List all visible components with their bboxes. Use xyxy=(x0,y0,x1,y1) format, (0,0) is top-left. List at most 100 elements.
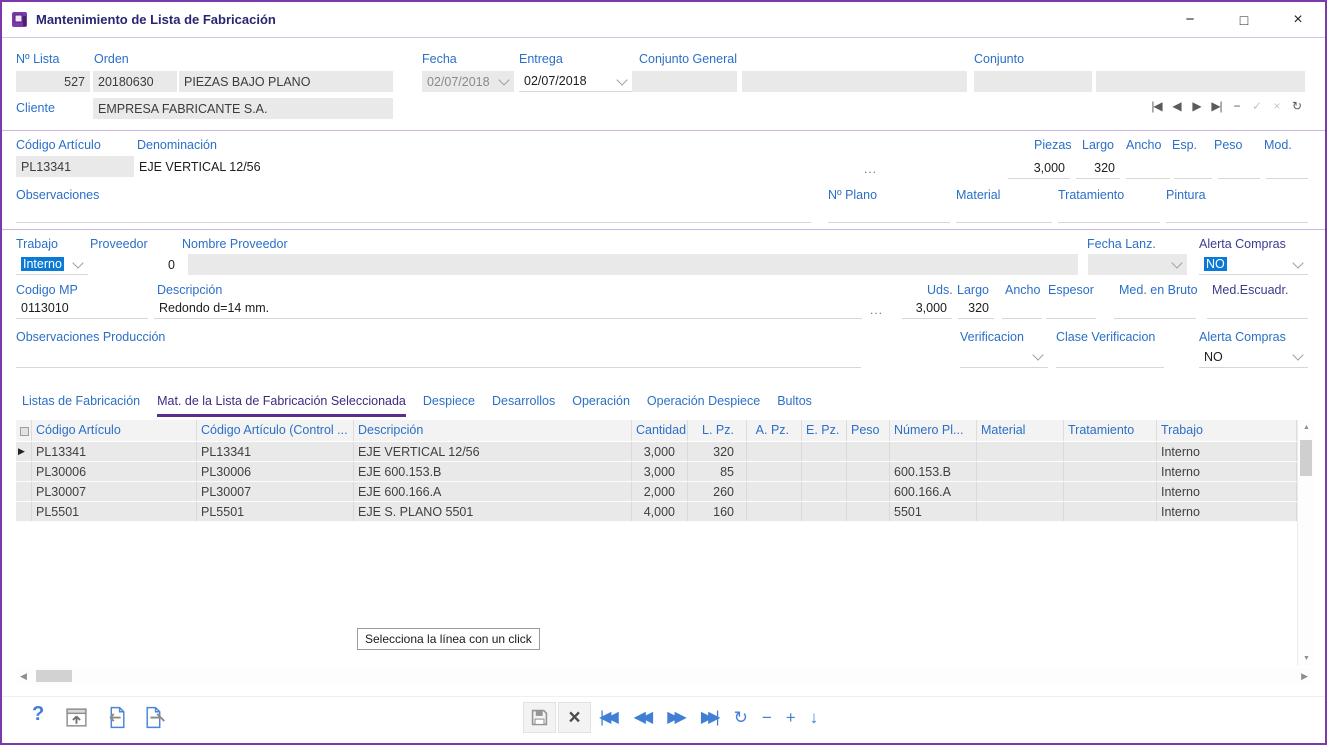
med-escuadr-field[interactable] xyxy=(1207,298,1308,319)
post-edit-button[interactable]: ✓ xyxy=(1248,99,1265,113)
verificacion-combobox[interactable] xyxy=(960,346,1048,368)
ancho-mp-field[interactable] xyxy=(1002,298,1042,319)
select-all-header[interactable] xyxy=(16,420,32,441)
table-row[interactable]: PL5501PL5501EJE S. PLANO 55014,000160550… xyxy=(16,502,1297,522)
close-button[interactable]: × xyxy=(1271,2,1325,37)
table-cell[interactable] xyxy=(747,482,802,501)
tab-despiece[interactable]: Despiece xyxy=(423,394,475,417)
table-row[interactable]: PL30006PL30006EJE 600.153.B3,00085600.15… xyxy=(16,462,1297,482)
chevron-down-icon[interactable] xyxy=(72,257,83,268)
med-bruto-field[interactable] xyxy=(1114,298,1196,319)
observaciones-field[interactable] xyxy=(16,205,811,223)
table-cell[interactable]: Interno xyxy=(1157,482,1297,501)
peso-field[interactable] xyxy=(1218,158,1260,179)
table-cell[interactable]: 5501 xyxy=(890,502,977,521)
denominacion-field[interactable]: EJE VERTICAL 12/56 xyxy=(134,156,574,177)
column-header[interactable]: A. Pz. xyxy=(747,420,802,441)
ancho-field[interactable] xyxy=(1126,158,1170,179)
table-cell[interactable]: 600.166.A xyxy=(890,482,977,501)
table-cell[interactable]: 260 xyxy=(688,482,747,501)
table-cell[interactable] xyxy=(977,502,1064,521)
column-header[interactable]: Descripción xyxy=(354,420,632,441)
table-row[interactable]: ▶PL13341PL13341EJE VERTICAL 12/563,00032… xyxy=(16,442,1297,462)
table-cell[interactable] xyxy=(1064,482,1157,501)
prior-record-button[interactable]: ◀◀ xyxy=(634,710,654,726)
column-header[interactable]: Cantidad xyxy=(632,420,688,441)
plano-field[interactable] xyxy=(828,205,950,223)
table-cell[interactable]: 85 xyxy=(688,462,747,481)
table-cell[interactable] xyxy=(747,442,802,461)
table-cell[interactable]: PL30006 xyxy=(32,462,197,481)
scroll-down-icon[interactable]: ▼ xyxy=(1298,655,1315,662)
espesor-field[interactable] xyxy=(1046,298,1096,319)
table-cell[interactable] xyxy=(847,462,890,481)
descripcion-mp-field[interactable]: Redondo d=14 mm. xyxy=(154,298,862,319)
refresh-button[interactable]: ↻ xyxy=(734,709,748,726)
column-header[interactable]: Número Pl... xyxy=(890,420,977,441)
delete-record-button[interactable]: − xyxy=(762,709,772,726)
table-cell[interactable]: 320 xyxy=(688,442,747,461)
clase-verificacion-field[interactable] xyxy=(1056,346,1164,368)
horizontal-scroll-thumb[interactable] xyxy=(36,670,72,682)
alerta-compras-combobox[interactable]: NO xyxy=(1199,254,1308,275)
delete-record-button[interactable]: − xyxy=(1228,99,1245,113)
scroll-up-icon[interactable]: ▲ xyxy=(1298,424,1315,431)
table-cell[interactable] xyxy=(1064,502,1157,521)
first-record-button[interactable]: |◀ xyxy=(1148,99,1165,113)
refresh-button[interactable]: ↻ xyxy=(1288,99,1305,113)
first-record-button[interactable]: |◀◀ xyxy=(600,710,620,726)
scroll-left-icon[interactable]: ◀ xyxy=(20,671,27,682)
tab-operacion-despiece[interactable]: Operación Despiece xyxy=(647,394,760,417)
column-header[interactable]: Material xyxy=(977,420,1064,441)
chevron-down-icon[interactable] xyxy=(498,74,509,85)
chevron-down-icon[interactable] xyxy=(1292,349,1303,360)
table-cell[interactable] xyxy=(747,502,802,521)
chevron-down-icon[interactable] xyxy=(1032,349,1043,360)
table-cell[interactable]: PL30007 xyxy=(197,482,354,501)
table-cell[interactable] xyxy=(747,462,802,481)
table-cell[interactable]: 3,000 xyxy=(632,442,688,461)
table-cell[interactable] xyxy=(802,442,847,461)
table-cell[interactable]: 4,000 xyxy=(632,502,688,521)
piezas-field[interactable]: 3,000 xyxy=(1008,158,1070,179)
minimize-button[interactable]: − xyxy=(1163,2,1217,37)
last-record-button[interactable]: ▶| xyxy=(1208,99,1225,113)
chevron-down-icon[interactable] xyxy=(1292,257,1303,268)
esp-field[interactable] xyxy=(1174,158,1212,179)
table-cell[interactable] xyxy=(977,442,1064,461)
prior-record-button[interactable]: ◀ xyxy=(1168,99,1185,113)
column-header[interactable]: Trabajo xyxy=(1157,420,1297,441)
table-cell[interactable] xyxy=(1064,442,1157,461)
entrega-combobox[interactable]: 02/07/2018 xyxy=(519,71,632,92)
obs-produccion-field[interactable] xyxy=(16,346,861,368)
move-down-button[interactable]: ↓ xyxy=(810,709,819,726)
largo-field[interactable]: 320 xyxy=(1076,158,1120,179)
column-header[interactable]: Peso xyxy=(847,420,890,441)
scroll-right-icon[interactable]: ▶ xyxy=(1301,671,1308,682)
last-record-button[interactable]: ▶▶| xyxy=(701,710,720,726)
table-cell[interactable] xyxy=(847,502,890,521)
export-window-icon[interactable] xyxy=(64,705,89,735)
table-cell[interactable] xyxy=(802,462,847,481)
maximize-button[interactable]: □ xyxy=(1217,2,1271,37)
pintura-field[interactable] xyxy=(1166,205,1308,223)
table-cell[interactable]: PL5501 xyxy=(197,502,354,521)
vertical-scrollbar[interactable]: ▲ ▼ xyxy=(1297,420,1314,666)
table-cell[interactable]: Interno xyxy=(1157,442,1297,461)
help-button[interactable]: ? xyxy=(32,703,44,726)
table-cell[interactable]: EJE 600.153.B xyxy=(354,462,632,481)
uds-field[interactable]: 3,000 xyxy=(902,298,952,319)
trabajo-combobox[interactable]: Interno xyxy=(16,254,88,275)
cancel-button[interactable]: × xyxy=(558,702,591,733)
export-page-icon[interactable] xyxy=(142,705,167,735)
mod-field[interactable] xyxy=(1266,158,1308,179)
article-ellipsis-button[interactable]: ... xyxy=(864,162,877,176)
tratamiento-field[interactable] xyxy=(1058,205,1160,223)
save-button[interactable] xyxy=(523,702,556,733)
table-cell[interactable]: 3,000 xyxy=(632,462,688,481)
tab-operacion[interactable]: Operación xyxy=(572,394,630,417)
table-cell[interactable] xyxy=(802,482,847,501)
table-cell[interactable]: EJE 600.166.A xyxy=(354,482,632,501)
table-cell[interactable] xyxy=(847,482,890,501)
codigo-mp-field[interactable]: 0113010 xyxy=(16,298,148,319)
